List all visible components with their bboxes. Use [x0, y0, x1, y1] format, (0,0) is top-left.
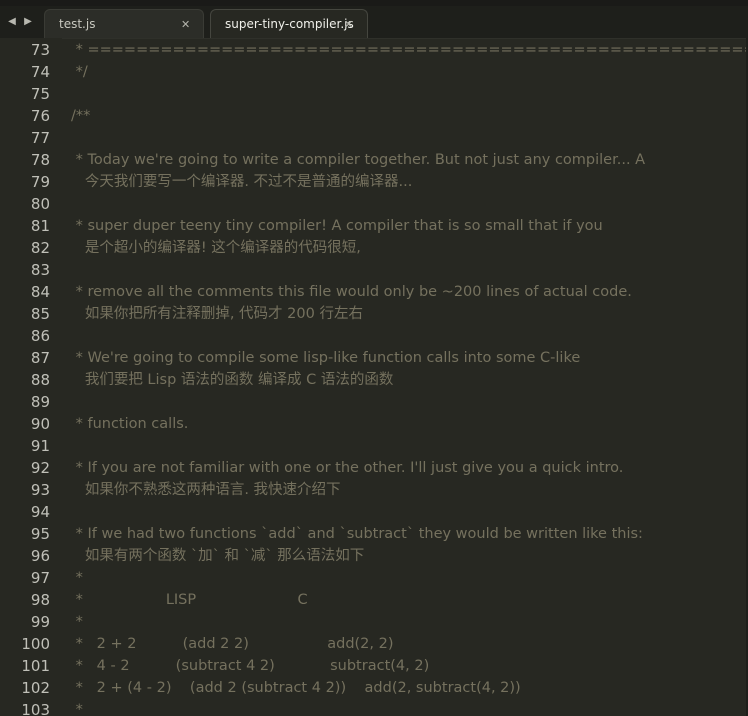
code-text: * remove all the comments this file woul…	[71, 284, 632, 300]
line-number: 76	[30, 107, 50, 125]
code-text: 我们要把 Lisp 语法的函数 编译成 C 语法的函数	[71, 372, 394, 388]
line-number: 73	[30, 41, 50, 59]
code-line[interactable]: 95 * If we had two functions `add` and `…	[0, 523, 748, 545]
code-line[interactable]: 74 */	[0, 61, 748, 83]
code-line[interactable]: 78 * Today we're going to write a compil…	[0, 149, 748, 171]
code-text: 如果有两个函数 `加` 和 `减` 那么语法如下	[71, 548, 365, 564]
line-number: 75	[30, 85, 50, 103]
code-line[interactable]: 96 如果有两个函数 `加` 和 `减` 那么语法如下	[0, 545, 748, 567]
line-number: 82	[30, 239, 50, 257]
line-number: 95	[30, 525, 50, 543]
code-text: * ======================================…	[75, 42, 748, 58]
code-line[interactable]: 87 * We're going to compile some lisp-li…	[0, 347, 748, 369]
code-line[interactable]: 98 * LISP C	[0, 589, 748, 611]
line-number: 102	[21, 679, 50, 697]
line-number: 79	[30, 173, 50, 191]
code-line[interactable]: 81 * super duper teeny tiny compiler! A …	[0, 215, 748, 237]
code-line[interactable]: 79 今天我们要写一个编译器. 不过不是普通的编译器...	[0, 171, 748, 193]
code-line[interactable]: 94	[0, 501, 748, 523]
line-number: 94	[30, 503, 50, 521]
code-text: 是个超小的编译器! 这个编译器的代码很短,	[71, 240, 361, 256]
line-number: 103	[21, 701, 50, 716]
tab-super-tiny-compiler-js[interactable]: super-tiny-compiler.js ✕	[210, 9, 368, 38]
line-number: 97	[30, 569, 50, 587]
line-number: 80	[30, 195, 50, 213]
code-text: * function calls.	[71, 416, 189, 432]
line-number: 100	[21, 635, 50, 653]
line-number: 78	[30, 151, 50, 169]
code-text: 如果你不熟悉这两种语言. 我快速介绍下	[71, 482, 341, 498]
code-line[interactable]: 103 *	[0, 699, 748, 716]
line-number: 85	[30, 305, 50, 323]
code-line[interactable]: 100 * 2 + 2 (add 2 2) add(2, 2)	[0, 633, 748, 655]
code-text: 如果你把所有注释删掉, 代码才 200 行左右	[71, 306, 363, 322]
code-line[interactable]: 86	[0, 325, 748, 347]
code-line[interactable]: 93 如果你不熟悉这两种语言. 我快速介绍下	[0, 479, 748, 501]
line-number: 88	[30, 371, 50, 389]
code-text: */	[71, 64, 88, 80]
tab-label: test.js	[59, 17, 96, 31]
line-number: 77	[30, 129, 50, 147]
code-line[interactable]: 89	[0, 391, 748, 413]
line-number: 86	[30, 327, 50, 345]
code-text: * If you are not familiar with one or th…	[71, 460, 624, 476]
code-text: * 4 - 2 (subtract 4 2) subtract(4, 2)	[71, 658, 430, 674]
code-line[interactable]: 73 * ===================================…	[0, 39, 748, 61]
code-text: *	[71, 614, 83, 630]
code-line[interactable]: 82 是个超小的编译器! 这个编译器的代码很短,	[0, 237, 748, 259]
line-number: 90	[30, 415, 50, 433]
code-text: * We're going to compile some lisp-like …	[71, 350, 581, 366]
code-editor[interactable]: 73 * ===================================…	[0, 38, 748, 716]
code-line[interactable]: 75	[0, 83, 748, 105]
code-text: *	[71, 570, 83, 586]
code-text: * super duper teeny tiny compiler! A com…	[71, 218, 603, 234]
line-number: 98	[30, 591, 50, 609]
code-line[interactable]: 80	[0, 193, 748, 215]
code-line[interactable]: 84 * remove all the comments this file w…	[0, 281, 748, 303]
code-line[interactable]: 76 /**	[0, 105, 748, 127]
code-text: * If we had two functions `add` and `sub…	[71, 526, 643, 542]
line-number: 84	[30, 283, 50, 301]
code-line[interactable]: 99 *	[0, 611, 748, 633]
code-text: * 2 + 2 (add 2 2) add(2, 2)	[71, 636, 394, 652]
code-text: *	[71, 702, 83, 716]
tab-back-icon[interactable]: ◀	[6, 14, 18, 30]
line-number: 81	[30, 217, 50, 235]
line-number: 93	[30, 481, 50, 499]
code-line[interactable]: 91	[0, 435, 748, 457]
line-number: 96	[30, 547, 50, 565]
code-line[interactable]: 102 * 2 + (4 - 2) (add 2 (subtract 4 2))…	[0, 677, 748, 699]
tab-label: super-tiny-compiler.js	[225, 17, 354, 31]
close-icon[interactable]: ✕	[344, 10, 353, 39]
tab-test-js[interactable]: test.js ✕	[44, 9, 204, 38]
code-line[interactable]: 85 如果你把所有注释删掉, 代码才 200 行左右	[0, 303, 748, 325]
code-line[interactable]: 101 * 4 - 2 (subtract 4 2) subtract(4, 2…	[0, 655, 748, 677]
line-number: 91	[30, 437, 50, 455]
code-line[interactable]: 92 * If you are not familiar with one or…	[0, 457, 748, 479]
code-line[interactable]: 97 *	[0, 567, 748, 589]
code-line[interactable]: 88 我们要把 Lisp 语法的函数 编译成 C 语法的函数	[0, 369, 748, 391]
code-text: * LISP C	[71, 592, 308, 608]
tab-forward-icon[interactable]: ▶	[22, 14, 34, 30]
line-number: 83	[30, 261, 50, 279]
code-text: * 2 + (4 - 2) (add 2 (subtract 4 2)) add…	[71, 680, 521, 696]
code-text: 今天我们要写一个编译器. 不过不是普通的编译器...	[71, 174, 413, 190]
code-line[interactable]: 83	[0, 259, 748, 281]
close-icon[interactable]: ✕	[181, 10, 190, 39]
code-line[interactable]: 90 * function calls.	[0, 413, 748, 435]
code-text: * Today we're going to write a compiler …	[71, 152, 646, 168]
line-number: 99	[30, 613, 50, 631]
line-number: 87	[30, 349, 50, 367]
tab-bar: ◀ ▶ test.js ✕ super-tiny-compiler.js ✕	[0, 6, 748, 39]
code-line[interactable]: 77	[0, 127, 748, 149]
line-number: 89	[30, 393, 50, 411]
line-number: 74	[30, 63, 50, 81]
line-number: 101	[21, 657, 50, 675]
line-number: 92	[30, 459, 50, 477]
code-text: /**	[71, 108, 91, 124]
